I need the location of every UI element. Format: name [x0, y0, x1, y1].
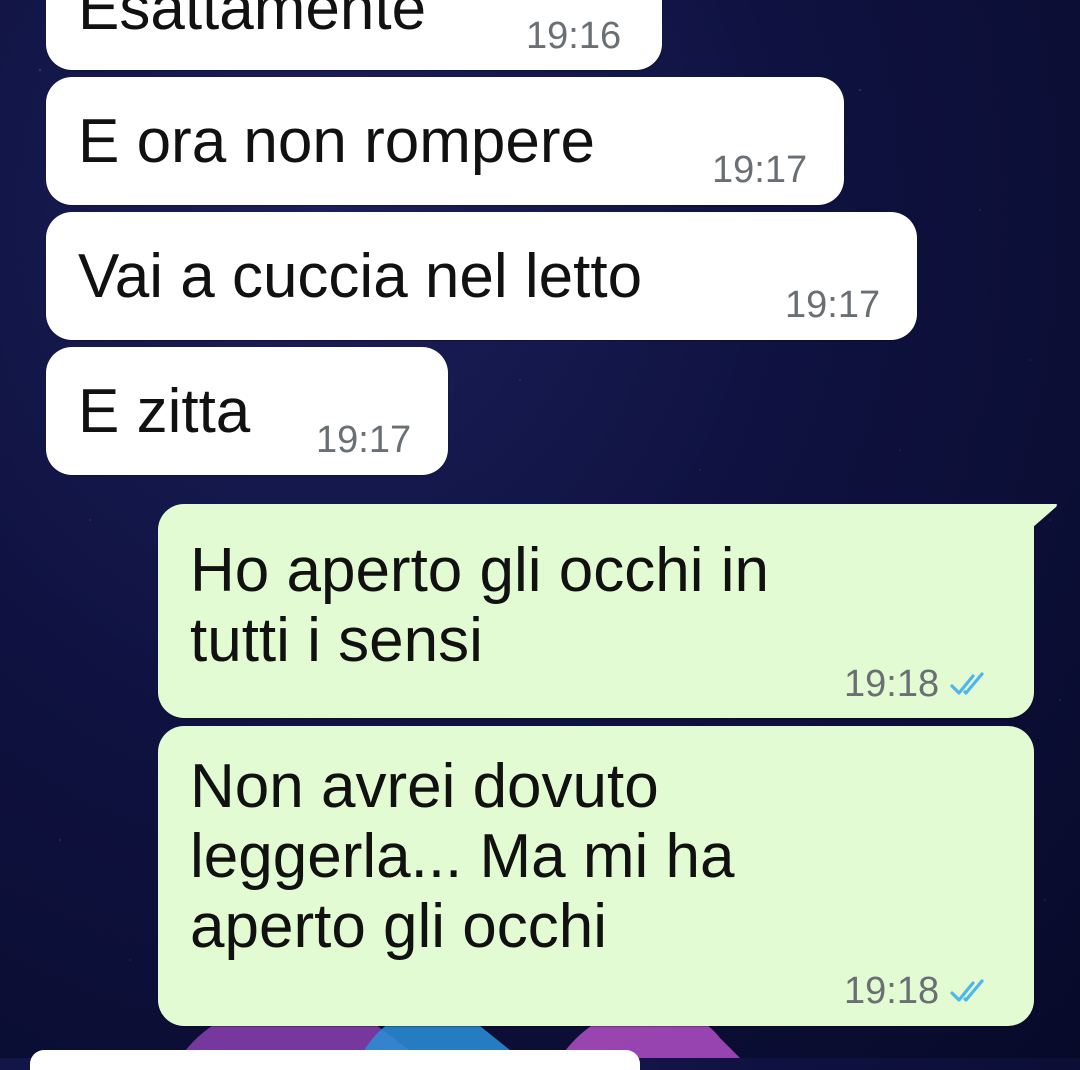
message-timestamp: 19:16 — [526, 15, 622, 57]
double-check-read-icon — [950, 672, 984, 695]
message-timestamp: 19:18 — [844, 663, 940, 705]
message-meta: 19:17 — [316, 420, 411, 460]
message-meta: 19:16 — [526, 16, 621, 56]
message-meta: 19:18 — [844, 971, 991, 1011]
message-timestamp: 19:17 — [712, 149, 808, 191]
message-bubble-incoming[interactable]: Vai a cuccia nel letto 19:17 — [46, 212, 917, 340]
message-timestamp: 19:18 — [844, 970, 940, 1012]
message-text: E zitta — [78, 377, 251, 446]
message-bubble-incoming-partial[interactable] — [30, 1050, 640, 1070]
double-check-read-icon — [950, 979, 984, 1002]
message-text: Esattamente — [78, 0, 427, 43]
message-meta: 19:18 — [844, 664, 991, 704]
message-text: Non avrei dovuto leggerla... Ma mi ha ap… — [190, 752, 735, 961]
message-timestamp: 19:17 — [316, 419, 412, 461]
chat-thread: Esattamente 19:16 E ora non rompere 19:1… — [0, 0, 1080, 1070]
message-meta: 19:17 — [785, 285, 880, 325]
bubble-tail — [1032, 504, 1057, 528]
message-bubble-incoming[interactable]: Esattamente 19:16 — [46, 0, 662, 70]
message-bubble-outgoing[interactable]: Ho aperto gli occhi in tutti i sensi 19:… — [158, 504, 1057, 718]
message-meta: 19:17 — [712, 150, 807, 190]
message-text: E ora non rompere — [78, 107, 595, 176]
message-bubble-incoming[interactable]: E zitta 19:17 — [46, 347, 448, 475]
message-text: Vai a cuccia nel letto — [78, 242, 643, 311]
message-timestamp: 19:17 — [785, 284, 881, 326]
message-text: Ho aperto gli occhi in tutti i sensi — [190, 536, 769, 675]
message-bubble-incoming[interactable]: E ora non rompere 19:17 — [46, 77, 844, 205]
message-bubble-outgoing[interactable]: Non avrei dovuto leggerla... Ma mi ha ap… — [158, 726, 1034, 1026]
